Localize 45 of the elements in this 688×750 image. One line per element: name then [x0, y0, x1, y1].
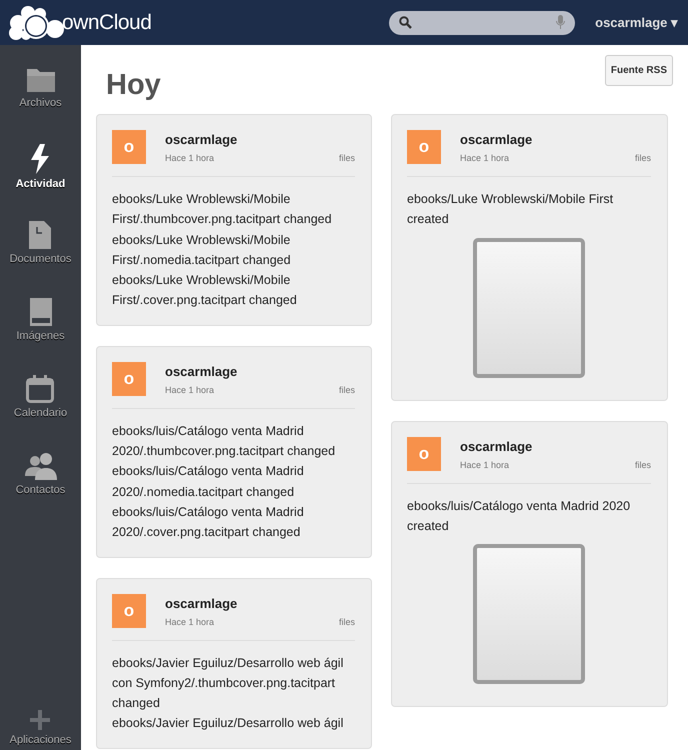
- logo: ownCloud: [8, 4, 152, 40]
- page-title: Hoy: [106, 69, 161, 102]
- user-menu[interactable]: oscarmlage ▾: [595, 15, 678, 30]
- search-icon: [399, 16, 412, 29]
- image-icon: [30, 298, 52, 326]
- user-avatar: o: [112, 594, 146, 628]
- activity-text: ebooks/Javier Eguiluz/Desarrollo web ágil: [112, 715, 344, 732]
- user-name: oscarmlage: [460, 438, 534, 455]
- rss-button[interactable]: Fuente RSS: [604, 55, 673, 86]
- app-label: files: [634, 153, 651, 164]
- app-label: files: [338, 153, 355, 164]
- plus-icon: [30, 710, 50, 730]
- document-icon: [29, 221, 52, 249]
- user-name: oscarmlage: [165, 132, 238, 148]
- app-label: files: [338, 384, 355, 396]
- activity-text: ebooks/Luke Wroblewski/Mobile First/.cover.png.tacitpart changed: [112, 272, 298, 310]
- activity-text: ebooks/luis/Catálogo venta Madrid 2020 created: [407, 498, 632, 535]
- activity-time: Hace 1 hora: [460, 153, 510, 164]
- user-avatar: o: [112, 130, 146, 164]
- sidebar-item[interactable]: Archivos: [19, 67, 62, 144]
- sidebar-item[interactable]: Imágenes: [16, 298, 65, 375]
- activity-time: Hace 1 hora: [165, 616, 216, 628]
- user-name: oscarmlage: [460, 132, 534, 148]
- activity-text: ebooks/Luke Wroblewski/Mobile First created: [407, 191, 614, 228]
- search-field[interactable]: [389, 10, 576, 34]
- user-avatar: o: [407, 436, 441, 471]
- folder-icon: [26, 67, 56, 93]
- calendar-icon: [26, 375, 54, 403]
- activity-time: Hace 1 hora: [460, 460, 510, 471]
- activity-time: Hace 1 hora: [165, 384, 216, 396]
- app-label: files: [634, 460, 651, 471]
- people-icon: [24, 452, 56, 480]
- app-label: files: [338, 616, 355, 628]
- activity-text: ebooks/luis/Catálogo venta Madrid 2020/.cover.png.tacitpart changed: [112, 504, 305, 542]
- activity-time: Hace 1 hora: [165, 153, 216, 164]
- lightning-icon: [29, 144, 52, 174]
- user-avatar: o: [112, 362, 146, 396]
- user-name: oscarmlage: [165, 596, 238, 612]
- sidebar-item[interactable]: Documentos: [10, 221, 72, 298]
- sidebar-item[interactable]: Actividad: [16, 144, 66, 221]
- sidebar-item[interactable]: Contactos: [16, 452, 66, 529]
- user-avatar: o: [407, 130, 441, 164]
- sidebar-item[interactable]: Calendario: [14, 375, 68, 452]
- user-name: oscarmlage: [165, 364, 238, 380]
- sidebar-item[interactable]: Aplicaciones: [10, 710, 72, 746]
